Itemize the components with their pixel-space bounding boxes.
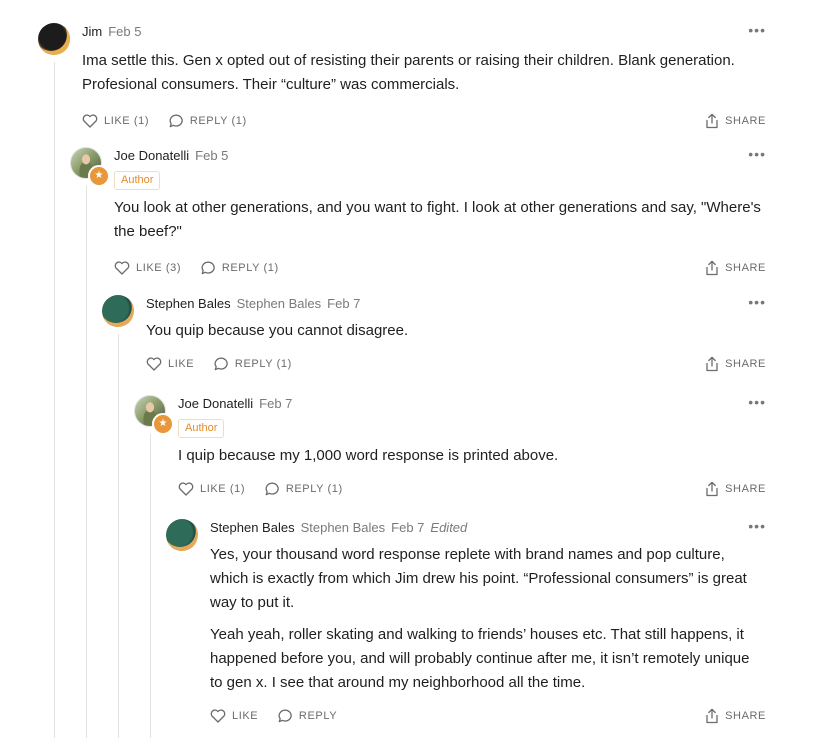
reply-button[interactable]: REPLY [278,707,337,725]
author-name[interactable]: Joe Donatelli [178,396,253,411]
user-avatar[interactable]: ★ [134,395,174,435]
star-icon: ★ [88,165,110,187]
more-options-icon[interactable]: ••• [748,517,766,535]
like-button[interactable]: LIKE [210,707,258,725]
comment-text: You look at other generations, and you w… [114,199,761,240]
share-label: SHARE [725,262,766,274]
star-icon: ★ [152,413,174,435]
like-label: LIKE [168,358,195,370]
reply-label: REPLY (1) [285,483,343,495]
comment-text: Yes, your thousand word response replete… [210,546,747,611]
reply-label: REPLY (1) [234,358,292,370]
speech-bubble-icon [169,114,183,128]
comment-date[interactable]: Feb 5 [195,148,228,163]
thread-line [118,334,119,738]
share-icon [706,356,718,372]
comment-header: Stephen Bales Stephen Bales Feb 7 ••• [146,293,766,313]
reply-label: REPLY (1) [221,262,279,274]
like-label: LIKE (1) [104,115,150,127]
comment-header: Jim Feb 5 ••• [82,21,766,41]
comment-actions: LIKE (1) REPLY (1) SHARE [178,480,766,498]
comment-text: You quip because you cannot disagree. [146,322,409,339]
like-button[interactable]: LIKE (1) [82,112,149,130]
author-name[interactable]: Joe Donatelli [114,148,189,163]
reply-button[interactable]: REPLY (1) [201,259,279,277]
share-icon [706,481,718,497]
green-circle-avatar-icon [166,519,198,551]
comment-date[interactable]: Feb 7 [259,396,292,411]
reply-label: REPLY [298,710,338,722]
share-icon [706,260,718,276]
share-label: SHARE [725,483,766,495]
speech-bubble-icon [214,357,228,371]
share-button[interactable]: SHARE [705,259,766,277]
like-label: LIKE (1) [200,483,246,495]
thread-line [150,434,151,738]
share-icon [706,708,718,724]
author-handle[interactable]: Stephen Bales [237,296,322,311]
heart-icon [114,261,130,275]
share-icon [706,113,718,129]
like-button[interactable]: LIKE (3) [114,259,181,277]
reply-button[interactable]: REPLY (1) [214,355,292,373]
comment-actions: LIKE (3) REPLY (1) SHARE [114,259,766,277]
comment-text: Ima settle this. Gen x opted out of resi… [82,52,735,93]
speech-bubble-icon [278,709,292,723]
like-button[interactable]: LIKE (1) [178,480,245,498]
comment-text: Yeah yeah, roller skating and walking to… [210,626,750,691]
like-button[interactable]: LIKE [146,355,194,373]
speech-bubble-icon [201,261,215,275]
reply-button[interactable]: REPLY (1) [265,480,343,498]
dark-circle-avatar-icon [38,23,70,55]
author-name[interactable]: Stephen Bales [210,520,295,535]
like-label: LIKE [232,710,259,722]
reply-button[interactable]: REPLY (1) [169,112,247,130]
comment-actions: LIKE REPLY (1) SHARE [146,355,766,373]
comment-actions: LIKE (1) REPLY (1) SHARE [82,112,766,130]
share-button[interactable]: SHARE [705,707,766,725]
green-circle-avatar-icon [102,295,134,327]
comment-header: Joe Donatelli Feb 5 ••• [114,145,766,165]
user-avatar[interactable] [38,23,70,55]
user-avatar[interactable] [102,295,134,327]
thread-line [86,186,87,738]
comment-header: Joe Donatelli Feb 7 ••• [178,393,766,413]
speech-bubble-icon [265,482,279,496]
reply-label: REPLY (1) [189,115,247,127]
author-badge: Author [114,171,161,190]
comment-text: I quip because my 1,000 word response is… [178,447,559,464]
author-name[interactable]: Stephen Bales [146,296,231,311]
thread-line [54,62,55,738]
comment-actions: LIKE REPLY SHARE [210,707,766,725]
share-label: SHARE [725,115,766,127]
more-options-icon[interactable]: ••• [748,21,766,39]
share-button[interactable]: SHARE [705,112,766,130]
comment-date[interactable]: Feb 7 [391,520,424,535]
heart-icon [146,357,162,371]
comment-date[interactable]: Feb 7 [327,296,360,311]
heart-icon [178,482,194,496]
user-avatar[interactable]: ★ [70,147,110,187]
author-name[interactable]: Jim [82,24,102,39]
comment-header: Stephen Bales Stephen Bales Feb 7 Edited ••… [210,517,766,537]
user-avatar[interactable] [166,519,198,551]
more-options-icon[interactable]: ••• [748,293,766,311]
share-button[interactable]: SHARE [705,480,766,498]
heart-icon [82,114,98,128]
share-button[interactable]: SHARE [705,355,766,373]
heart-icon [210,709,226,723]
share-label: SHARE [725,358,766,370]
share-label: SHARE [725,710,766,722]
author-badge: Author [178,419,225,438]
author-handle[interactable]: Stephen Bales [301,520,386,535]
like-label: LIKE (3) [136,262,182,274]
more-options-icon[interactable]: ••• [748,393,766,411]
edited-label: Edited [430,520,468,535]
more-options-icon[interactable]: ••• [748,145,766,163]
comment-date[interactable]: Feb 5 [108,24,141,39]
